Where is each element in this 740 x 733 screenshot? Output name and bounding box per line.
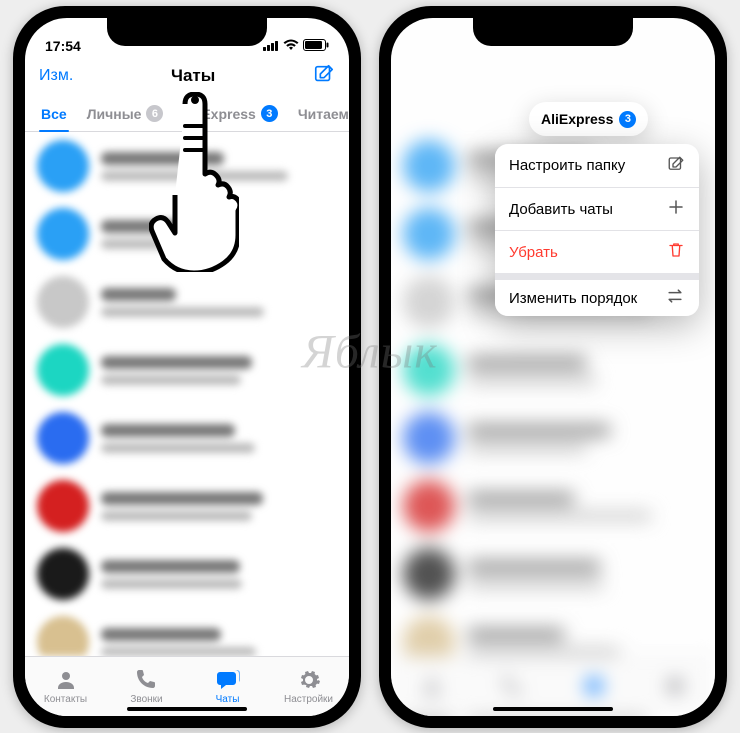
avatar bbox=[37, 616, 89, 656]
edit-button[interactable]: Изм. bbox=[39, 67, 73, 85]
folder-label: Личные bbox=[87, 106, 142, 122]
chat-row[interactable] bbox=[25, 200, 349, 268]
chat-row[interactable] bbox=[25, 472, 349, 540]
chat-row[interactable] bbox=[25, 608, 349, 656]
chat-row[interactable] bbox=[25, 336, 349, 404]
notch bbox=[107, 18, 267, 46]
tab-label: Настройки bbox=[284, 694, 333, 705]
page-title: Чаты bbox=[171, 66, 215, 86]
avatar bbox=[37, 412, 89, 464]
nav-header: Изм. Чаты bbox=[25, 56, 349, 96]
phone-right: AliExpress 3 Настроить папку Добавить ча… bbox=[379, 6, 727, 728]
phone-icon bbox=[135, 668, 159, 692]
gear-icon bbox=[297, 668, 321, 692]
folder-label: Все bbox=[41, 106, 67, 122]
avatar bbox=[37, 140, 89, 192]
notch bbox=[473, 18, 633, 46]
menu-add-chats[interactable]: Добавить чаты bbox=[495, 187, 699, 230]
chat-row[interactable] bbox=[25, 540, 349, 608]
folder-tab-readable[interactable]: Читаемое 3 bbox=[288, 96, 349, 131]
tab-settings[interactable]: Настройки bbox=[268, 657, 349, 716]
tab-label: Звонки bbox=[130, 694, 162, 705]
tab-label: Чаты bbox=[216, 694, 240, 705]
wifi-icon bbox=[283, 38, 299, 54]
avatar bbox=[37, 480, 89, 532]
menu-label: Настроить папку bbox=[509, 157, 625, 174]
menu-remove[interactable]: Убрать bbox=[495, 230, 699, 273]
chat-row[interactable] bbox=[25, 404, 349, 472]
person-icon bbox=[54, 668, 78, 692]
context-menu: Настроить папку Добавить чаты Убрать bbox=[495, 144, 699, 316]
folder-label: Читаемое bbox=[298, 106, 349, 122]
chat-list[interactable] bbox=[25, 132, 349, 656]
chat-row[interactable] bbox=[25, 132, 349, 200]
folder-tab-all[interactable]: Все bbox=[31, 96, 77, 131]
tab-label: Контакты bbox=[44, 694, 87, 705]
status-time: 17:54 bbox=[45, 38, 81, 54]
home-indicator[interactable] bbox=[127, 707, 247, 711]
avatar bbox=[37, 344, 89, 396]
chip-badge: 3 bbox=[619, 111, 636, 128]
chat-icon bbox=[216, 668, 240, 692]
folder-tab-personal[interactable]: Личные 6 bbox=[77, 96, 174, 131]
menu-label: Изменить порядок bbox=[509, 290, 637, 307]
tab-contacts[interactable]: Контакты bbox=[25, 657, 106, 716]
folder-tab-aliexpress[interactable]: AliExpress 3 bbox=[173, 96, 287, 131]
avatar bbox=[37, 208, 89, 260]
avatar bbox=[37, 548, 89, 600]
folder-chip: AliExpress 3 bbox=[529, 102, 648, 136]
menu-label: Убрать bbox=[509, 244, 558, 261]
plus-icon bbox=[667, 198, 685, 220]
menu-edit-folder[interactable]: Настроить папку bbox=[495, 144, 699, 187]
chip-label: AliExpress bbox=[541, 111, 613, 127]
home-indicator[interactable] bbox=[493, 707, 613, 711]
menu-label: Добавить чаты bbox=[509, 201, 613, 218]
avatar bbox=[37, 276, 89, 328]
menu-reorder[interactable]: Изменить порядок bbox=[495, 273, 699, 316]
folder-tabs: Все Личные 6 AliExpress 3 Читаемое 3 bbox=[25, 96, 349, 132]
trash-icon bbox=[667, 241, 685, 263]
battery-icon bbox=[303, 38, 329, 54]
compose-button[interactable] bbox=[313, 63, 335, 90]
folder-badge: 6 bbox=[146, 105, 163, 122]
phone-left: 17:54 Изм. Чаты bbox=[13, 6, 361, 728]
compose-icon bbox=[667, 155, 685, 177]
folder-badge: 3 bbox=[261, 105, 278, 122]
cellular-icon bbox=[263, 38, 279, 54]
chat-row[interactable] bbox=[25, 268, 349, 336]
reorder-icon bbox=[665, 288, 685, 308]
folder-label: AliExpress bbox=[183, 106, 255, 122]
